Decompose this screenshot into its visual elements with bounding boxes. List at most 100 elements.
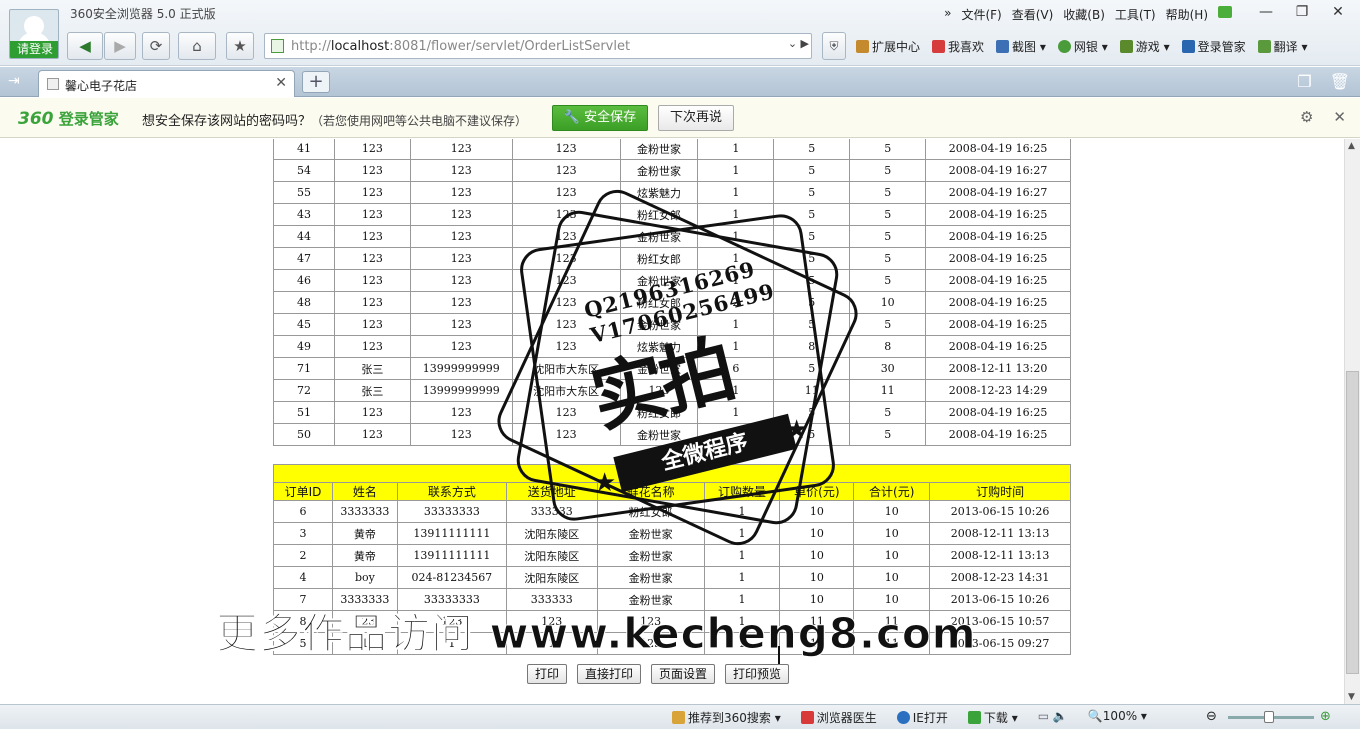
table-cell: 2008-12-11 13:20	[925, 357, 1071, 380]
table-cell: 2008-04-19 16:27	[925, 159, 1071, 182]
scroll-down-icon[interactable]: ▼	[1348, 692, 1355, 702]
table-cell: 10	[853, 566, 931, 589]
table-cell: 张三	[333, 379, 411, 402]
scroll-up-icon[interactable]: ▲	[1348, 141, 1355, 151]
status-zoom[interactable]: 🔍100% ▾	[1088, 709, 1147, 726]
toolbar-ext-center[interactable]: 扩展中心	[856, 38, 920, 55]
table-row: 51 123 123 123 粉红女郎 1 5 5 2008-04-19 16:25	[273, 401, 1071, 424]
main-menu: » 文件(F) 查看(V) 收藏(B) 工具(T) 帮助(H)	[944, 6, 1232, 23]
vertical-scrollbar[interactable]: ▲ ▼	[1344, 139, 1360, 704]
table-cell: 2008-04-19 16:25	[925, 313, 1071, 336]
table-cell: 沈阳东陵区	[505, 544, 598, 567]
table-cell: 30	[849, 357, 927, 380]
minimize-button[interactable]: —	[1248, 2, 1284, 22]
table-cell: 5	[773, 159, 851, 182]
tab-label: 馨心电子花店	[65, 79, 138, 93]
skin-icon[interactable]	[1218, 6, 1232, 18]
menu-expand-icon[interactable]: »	[944, 6, 951, 23]
menu-tools[interactable]: 工具(T)	[1115, 6, 1156, 23]
table-cell: 5	[849, 313, 927, 336]
table-row: 55 123 123 123 炫紫魅力 1 5 5 2008-04-19 16:27	[273, 181, 1071, 204]
favorite-button[interactable]: ★	[226, 32, 254, 60]
safe-save-button[interactable]: 🔧 安全保存	[552, 105, 648, 131]
close-bar-icon[interactable]: ✕	[1333, 108, 1346, 126]
tab-close-icon[interactable]: ✕	[275, 75, 287, 91]
table-cell: 5	[773, 139, 851, 160]
table-cell: 333333	[505, 500, 598, 523]
restore-button[interactable]: ❐	[1284, 2, 1320, 22]
table-cell: 3333333	[331, 500, 398, 523]
table-cell: 10	[853, 522, 931, 545]
settings-gear-icon[interactable]: ⚙	[1300, 108, 1313, 126]
scroll-thumb[interactable]	[1346, 371, 1359, 674]
table-cell: 1	[697, 247, 775, 270]
table-cell: 金粉世家	[596, 522, 705, 545]
status-ie-open[interactable]: IE打开	[896, 709, 948, 726]
zoom-in-icon[interactable]: ⊕	[1320, 709, 1331, 724]
address-url: http://localhost:8081/flower/servlet/Ord…	[291, 39, 631, 54]
table-cell: 123	[511, 247, 621, 270]
table-cell: 123	[333, 181, 411, 204]
table-cell: 123	[511, 139, 621, 160]
close-window-button[interactable]: ✕	[1320, 2, 1356, 22]
table-row: 44 123 123 123 金粉世家 1 5 5 2008-04-19 16:25	[273, 225, 1071, 248]
table-cell: 47	[273, 247, 335, 270]
table-cell: 5	[849, 159, 927, 182]
table-cell: 黄帝	[331, 522, 398, 545]
table-cell: 123	[409, 335, 513, 358]
sidebar-toggle-icon[interactable]: ⇥	[8, 73, 20, 89]
toolbar-screenshot[interactable]: 截图 ▾	[996, 38, 1046, 55]
security-shield-button[interactable]: ⛨	[822, 32, 846, 60]
status-doctor[interactable]: 浏览器医生	[800, 709, 877, 726]
table-cell: 123	[333, 401, 411, 424]
back-button[interactable]: ◀	[67, 32, 103, 60]
menu-file[interactable]: 文件(F)	[961, 6, 1001, 23]
menu-help[interactable]: 帮助(H)	[1166, 6, 1208, 23]
table-row: 71 张三 13999999999 沈阳市大东区 金粉世家 6 5 30 2008-12-11 …	[273, 357, 1071, 380]
toolbar-like[interactable]: 我喜欢	[932, 38, 984, 55]
trash-icon[interactable]: 🗑	[1330, 72, 1350, 91]
table-cell: 123	[511, 225, 621, 248]
orders-top-body: 41 123 123 123 金粉世家 1 5 5 2008-04-19 16:25 54 123 1…	[273, 139, 1071, 446]
status-recommend-360[interactable]: 推荐到360搜索 ▾	[672, 709, 781, 726]
toolbar-login-manager[interactable]: 登录管家	[1181, 38, 1246, 55]
refresh-button[interactable]: ⟳	[142, 32, 170, 60]
tab-flower-shop[interactable]: 馨心电子花店 ✕	[38, 70, 295, 97]
table-cell: 2008-04-19 16:25	[925, 247, 1071, 270]
status-icons[interactable]: ▭ 🔈	[1038, 709, 1068, 726]
app-title: 360安全浏览器 5.0 正式版	[70, 7, 216, 21]
table-cell: 5	[849, 181, 927, 204]
col-time: 订购时间	[929, 482, 1071, 501]
login-button[interactable]: 请登录	[10, 41, 58, 58]
table-row: 2 黄帝 13911111111 沈阳东陵区 金粉世家 1 10 10 2008-12-11 1…	[273, 544, 1071, 567]
table-cell: 123	[333, 313, 411, 336]
restore-tab-icon[interactable]: ❐	[1297, 72, 1311, 91]
table-cell: 13999999999	[409, 379, 513, 402]
home-button[interactable]: ⌂	[178, 32, 216, 60]
menu-view[interactable]: 查看(V)	[1012, 6, 1054, 23]
address-bar[interactable]: http://localhost:8081/flower/servlet/Ord…	[264, 33, 812, 59]
page-setup-button[interactable]: 页面设置	[651, 664, 716, 684]
toolbar-bank[interactable]: 网银 ▾	[1057, 38, 1108, 55]
zoom-out-icon[interactable]: ⊖	[1206, 709, 1217, 724]
table-header-row: 订单ID 姓名 联系方式 送货地址 鲜花名称 订购数量 单价(元) 合计(元) …	[273, 482, 1071, 501]
direct-print-button[interactable]: 直接打印	[577, 664, 642, 684]
next-time-button[interactable]: 下次再说	[658, 105, 734, 131]
forward-button[interactable]: ▶	[104, 32, 136, 60]
toolbar-games[interactable]: 游戏 ▾	[1119, 38, 1170, 55]
table-cell: 123	[511, 181, 621, 204]
user-avatar[interactable]: 请登录	[9, 9, 59, 59]
table-cell: 45	[273, 313, 335, 336]
status-download[interactable]: 下载 ▾	[967, 709, 1018, 726]
new-tab-button[interactable]: +	[302, 71, 330, 93]
address-go-icon[interactable]: ⌄ ▶	[788, 37, 809, 50]
table-cell: 2008-04-19 16:25	[925, 335, 1071, 358]
zoom-slider-knob[interactable]	[1264, 711, 1274, 723]
table-cell: 沈阳市大东区	[511, 379, 621, 402]
print-preview-button[interactable]: 打印预览	[725, 664, 790, 684]
star-icon: ★	[233, 37, 247, 55]
table-cell: 123	[333, 291, 411, 314]
toolbar-translate[interactable]: 翻译 ▾	[1257, 38, 1307, 55]
print-button[interactable]: 打印	[527, 664, 568, 684]
menu-favorites[interactable]: 收藏(B)	[1063, 6, 1105, 23]
